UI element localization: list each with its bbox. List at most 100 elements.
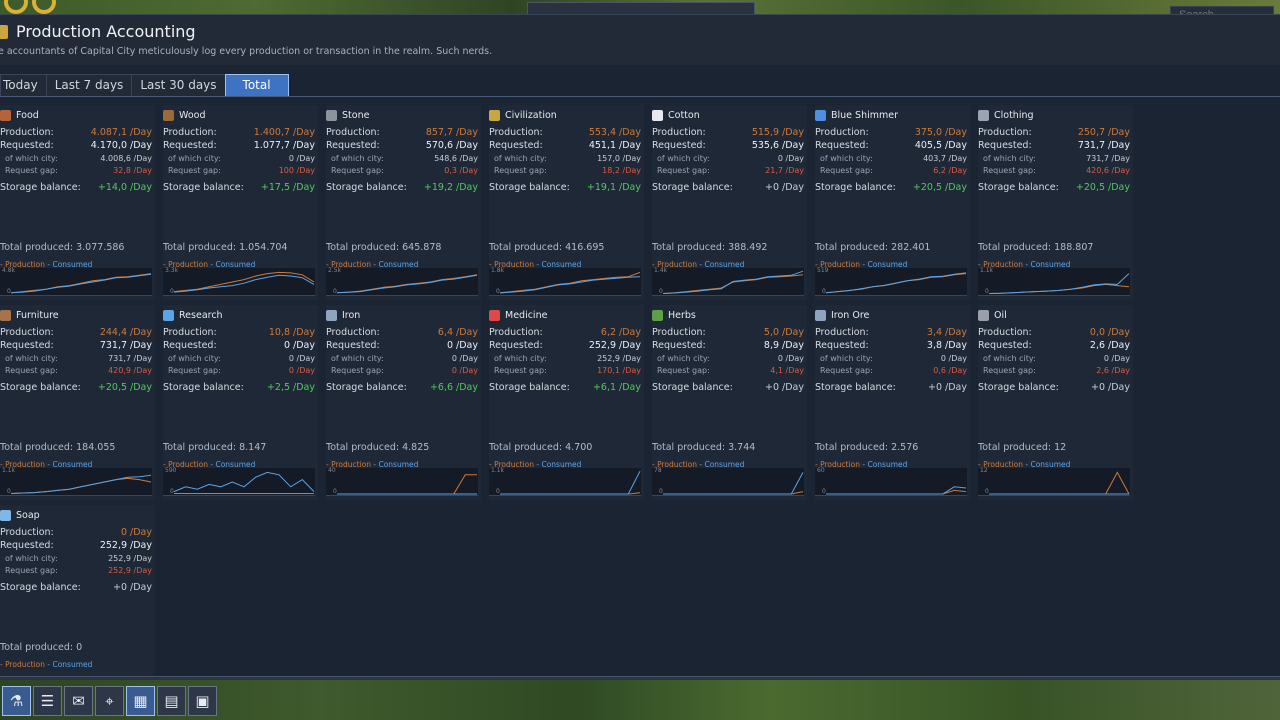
requested-value: 0 /Day (446, 340, 478, 351)
resource-name: Wood (179, 109, 206, 121)
requested-row: Requested: 535,6 /Day (652, 140, 804, 152)
potion-button[interactable]: ⚗ (2, 686, 31, 716)
total-produced: Total produced: 12 (978, 442, 1067, 453)
requested-label: Requested: (0, 140, 54, 151)
production-row: Production: 375,0 /Day (815, 127, 967, 139)
city-label: of which city: (331, 154, 384, 163)
tab-last-7-days[interactable]: Last 7 days (45, 74, 133, 97)
storage-label: Storage balance: (0, 582, 81, 593)
resource-header: Cotton (652, 108, 700, 122)
requested-label: Requested: (815, 140, 869, 151)
requested-value: 2,6 /Day (1089, 340, 1130, 351)
ledger-icon (0, 25, 8, 39)
storage-value: +6,6 /Day (429, 382, 478, 393)
calendar-button[interactable]: ▣ (188, 686, 217, 716)
map-button[interactable]: ⌖ (95, 686, 124, 716)
production-chart: 590 0 (163, 467, 315, 496)
storage-row: Storage balance: +0 /Day (815, 382, 967, 394)
chart-svg (337, 474, 477, 495)
production-chart: 1.1k 0 (489, 467, 641, 496)
storage-label: Storage balance: (978, 382, 1059, 393)
gap-label: Request gap: (494, 166, 547, 175)
chart-svg (989, 471, 1130, 495)
resource-name: Food (16, 109, 39, 121)
gap-value: 21,7 /Day (765, 166, 804, 175)
gap-row: Request gap: 100 /Day (163, 165, 315, 177)
gap-label: Request gap: (5, 366, 58, 375)
production-label: Production: (815, 127, 869, 138)
storage-value: +0 /Day (1091, 382, 1130, 393)
mail-button[interactable]: ✉ (64, 686, 93, 716)
chart-svg (826, 486, 967, 495)
resource-name: Stone (342, 109, 370, 121)
resource-card-iron: Iron Production: 6,4 /Day Requested: 0 /… (326, 305, 481, 500)
legend-production: - Production (0, 660, 45, 669)
production-chart: 78 0 (652, 467, 804, 496)
city-row: of which city: 252,9 /Day (489, 353, 641, 365)
resource-header: Blue Shimmer (815, 108, 898, 122)
city-row: of which city: 548,6 /Day (326, 153, 478, 165)
ledger-button[interactable]: ☰ (33, 686, 62, 716)
city-value: 0 /Day (451, 354, 478, 363)
chart-ymax-label: 12 (980, 467, 988, 474)
storage-value: +20,5 /Day (912, 182, 967, 193)
medkit-icon (489, 309, 500, 321)
crystal-icon (815, 109, 826, 121)
gap-label: Request gap: (5, 566, 58, 575)
production-row: Production: 857,7 /Day (326, 127, 478, 139)
storage-row: Storage balance: +20,5 /Day (815, 182, 967, 194)
series-line-consumed (500, 470, 641, 495)
table-button[interactable]: ▤ (157, 686, 186, 716)
city-label: of which city: (983, 354, 1036, 363)
city-row: of which city: 252,9 /Day (0, 553, 152, 565)
total-produced: Total produced: 1.054.704 (163, 242, 288, 253)
storage-label: Storage balance: (652, 182, 733, 193)
table-icon: ▤ (164, 692, 179, 710)
production-label: Production: (652, 327, 706, 338)
resource-name: Blue Shimmer (831, 109, 898, 121)
top-center-panel (527, 2, 755, 14)
gap-label: Request gap: (168, 366, 221, 375)
mail-icon: ✉ (72, 692, 85, 710)
chart-ymax-label: 78 (654, 467, 662, 474)
gap-row: Request gap: 0,3 /Day (326, 165, 478, 177)
meat-icon (0, 109, 11, 121)
accounting-button[interactable]: ▦ (126, 686, 155, 716)
requested-label: Requested: (163, 340, 217, 351)
requested-row: Requested: 731,7 /Day (0, 340, 152, 352)
chart-svg (173, 271, 315, 293)
requested-label: Requested: (978, 140, 1032, 151)
production-value: 6,4 /Day (437, 327, 478, 338)
production-chart: 1.1k 0 (978, 267, 1130, 296)
chart-svg (500, 470, 641, 495)
tab-total[interactable]: Total (224, 74, 289, 97)
city-value: 0 /Day (777, 154, 804, 163)
storage-row: Storage balance: +6,6 /Day (326, 382, 478, 394)
requested-label: Requested: (163, 140, 217, 151)
gap-value: 6,2 /Day (933, 166, 967, 175)
city-label: of which city: (331, 354, 384, 363)
bottom-toolbar: ⚗ ☰ ✉ ⌖ ▦ ▤ ▣ (2, 686, 219, 718)
resource-card-medicine: Medicine Production: 6,2 /Day Requested:… (489, 305, 644, 500)
gap-value: 252,9 /Day (108, 566, 152, 575)
chart-svg (662, 270, 804, 294)
resource-card-iron-ore: Iron Ore Production: 3,4 /Day Requested:… (815, 305, 970, 500)
total-produced: Total produced: 0 (0, 642, 83, 653)
series-line-production (662, 274, 804, 294)
ledger-icon: ☰ (40, 692, 55, 710)
city-label: of which city: (168, 154, 221, 163)
production-row: Production: 553,4 /Day (489, 127, 641, 139)
storage-label: Storage balance: (326, 382, 407, 393)
city-label: of which city: (5, 154, 58, 163)
gear-icon (4, 0, 28, 14)
requested-value: 8,9 /Day (763, 340, 804, 351)
period-tabs: Today Last 7 days Last 30 days Total (0, 74, 289, 97)
total-produced: Total produced: 2.576 (815, 442, 919, 453)
storage-label: Storage balance: (326, 182, 407, 193)
tab-today[interactable]: Today (0, 74, 47, 97)
tab-last-30-days[interactable]: Last 30 days (131, 74, 226, 97)
requested-label: Requested: (0, 540, 54, 551)
production-value: 6,2 /Day (600, 327, 641, 338)
storage-row: Storage balance: +20,5 /Day (0, 382, 152, 394)
storage-value: +0 /Day (113, 582, 152, 593)
